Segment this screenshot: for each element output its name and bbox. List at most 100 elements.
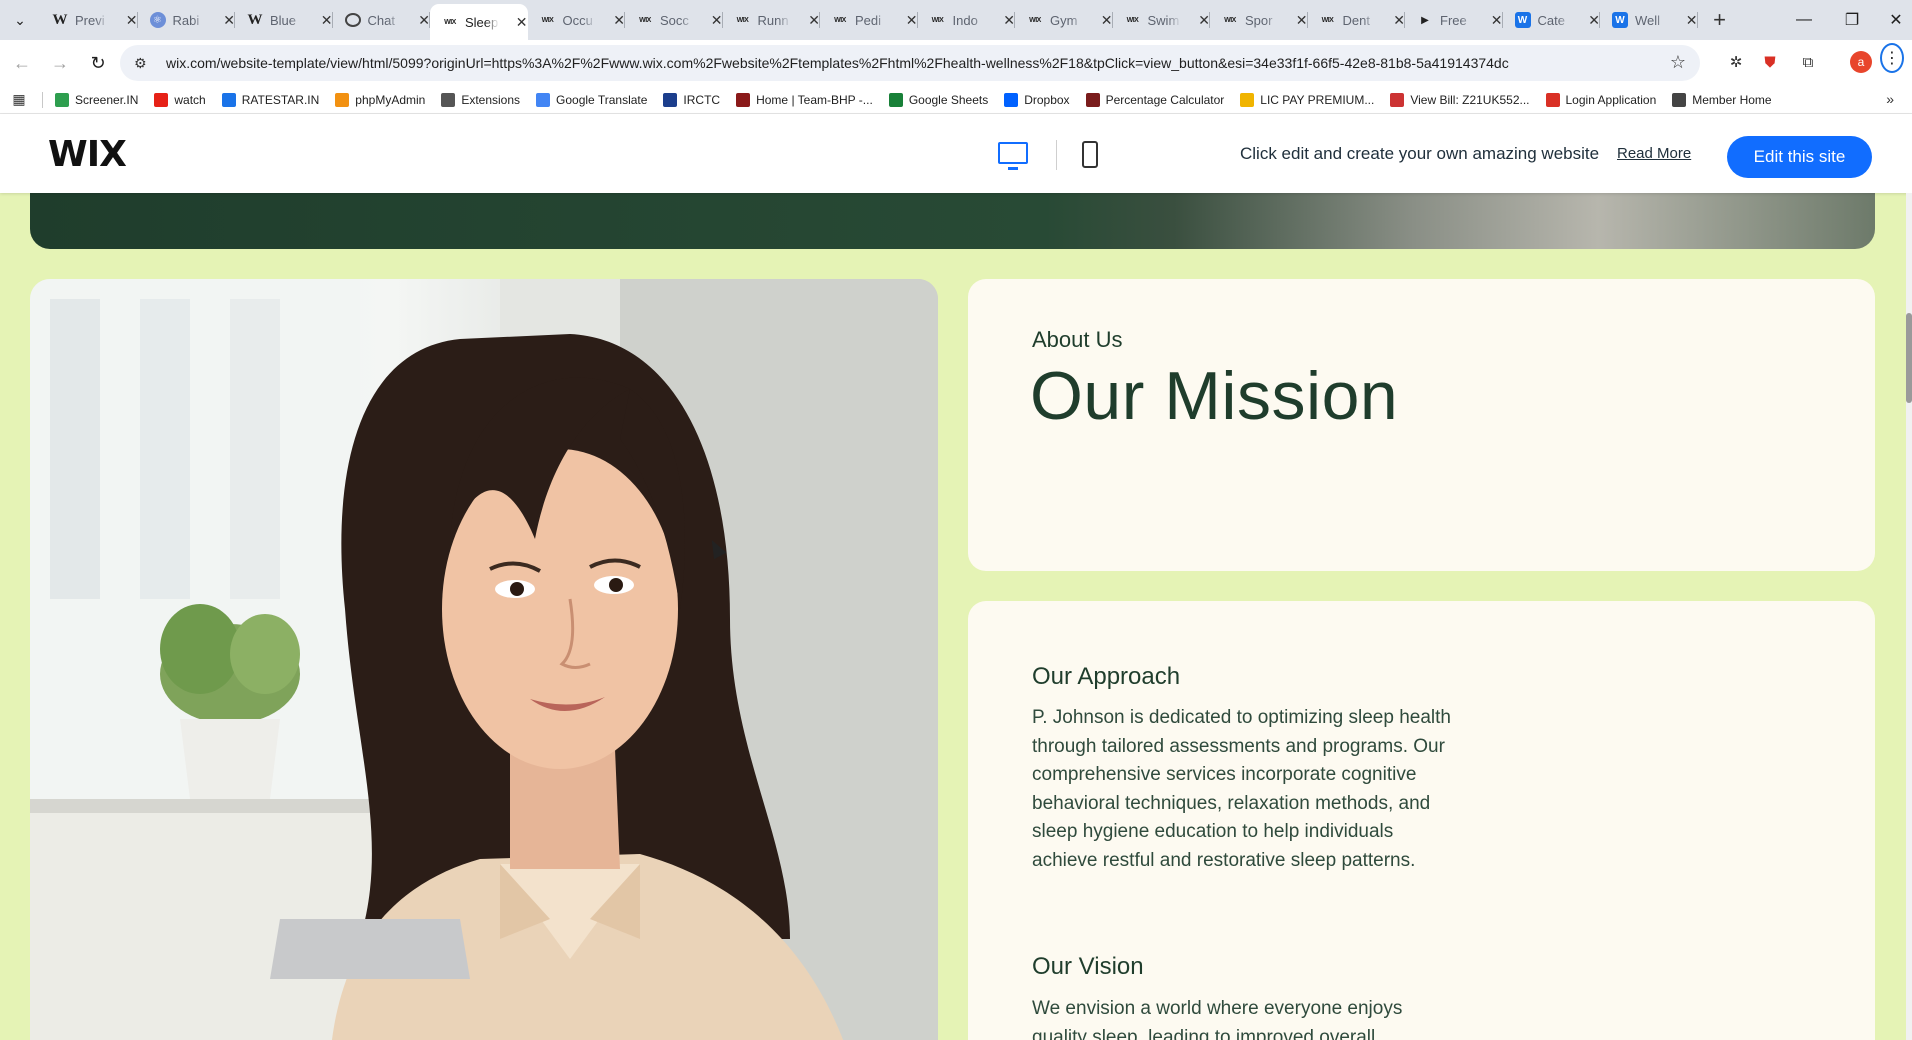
tabs-container: W Previ ✕ ⚛ Rabi ✕ W Blue ✕ Chat ✕ WIX Sleep ✕ WIX Occu… (40, 0, 1698, 40)
bookmark-item[interactable]: Extensions (441, 92, 521, 107)
wix-icon: WIX (736, 16, 749, 24)
close-tab-icon[interactable]: ✕ (1101, 12, 1113, 29)
close-tab-icon[interactable]: ✕ (808, 12, 820, 29)
wix-icon: WIX (1126, 16, 1139, 24)
address-bar[interactable]: ⚙ wix.com/website-template/view/html/509… (120, 45, 1700, 81)
url-text[interactable]: wix.com/website-template/view/html/5099?… (166, 55, 1636, 71)
reload-button[interactable]: ↻ (82, 47, 114, 79)
close-tab-icon[interactable]: ✕ (126, 12, 138, 29)
browser-tab[interactable]: W Blue ✕ (235, 0, 333, 40)
bookmark-item[interactable]: Login Application (1545, 92, 1656, 107)
bookmark-star-icon[interactable]: ☆ (1670, 52, 1686, 73)
browser-tab[interactable]: ⚛ Rabi ✕ (138, 0, 235, 40)
browser-tab[interactable]: Chat ✕ (333, 0, 430, 40)
bookmark-item[interactable]: IRCTC (663, 92, 720, 107)
restore-window-icon[interactable]: ❐ (1828, 0, 1876, 40)
close-tab-icon[interactable]: ✕ (321, 12, 333, 29)
device-divider (1056, 140, 1057, 170)
bookmark-favicon-icon (221, 92, 236, 107)
close-tab-icon[interactable]: ✕ (1296, 12, 1308, 29)
close-tab-icon[interactable]: ✕ (906, 12, 918, 29)
minimize-window-icon[interactable]: — (1780, 0, 1828, 40)
kebab-menu-icon: ⋮ (1880, 43, 1904, 73)
apps-grid-icon[interactable]: ▦ (0, 91, 38, 108)
browser-tab[interactable]: WIX Dent ✕ (1308, 0, 1405, 40)
wix-preview-banner: WIX Click edit and create your own amazi… (0, 114, 1912, 193)
tab-title: Indo (952, 12, 978, 28)
close-window-icon[interactable]: ✕ (1872, 0, 1912, 40)
more-bookmarks-icon[interactable]: » (1886, 91, 1894, 107)
browser-tab[interactable]: W Previ ✕ (40, 0, 138, 40)
browser-tab[interactable]: WIX Occu ✕ (528, 0, 625, 40)
close-tab-icon[interactable]: ✕ (516, 14, 528, 31)
bookmark-item[interactable]: LIC PAY PREMIUM... (1240, 92, 1374, 107)
bookmark-item[interactable]: watch (154, 92, 206, 107)
mobile-view-icon[interactable] (1082, 141, 1098, 168)
close-tab-icon[interactable]: ✕ (223, 12, 235, 29)
tab-title: Rabi (172, 12, 200, 28)
bookmark-item[interactable]: RATESTAR.IN (221, 92, 320, 107)
forward-button[interactable]: → (44, 47, 76, 79)
bookmark-item[interactable]: View Bill: Z21UK552... (1390, 92, 1530, 107)
browser-tab[interactable]: WIX Spor ✕ (1210, 0, 1308, 40)
page-scrollbar-thumb[interactable] (1906, 313, 1912, 403)
site-info-icon[interactable]: ⚙ (134, 55, 156, 72)
wix-icon: WIX (1321, 16, 1334, 24)
wix-icon: WIX (639, 16, 651, 24)
bookmark-item[interactable]: Percentage Calculator (1085, 92, 1224, 107)
bookmarks-separator (42, 91, 43, 108)
browser-tab[interactable]: WIX Sleep ✕ (430, 4, 528, 40)
close-tab-icon[interactable]: ✕ (1491, 12, 1503, 29)
browser-tab[interactable]: WIX Runn ✕ (723, 0, 820, 40)
tab-title: Swim (1147, 12, 1180, 28)
browser-tab[interactable]: ▶ Free ✕ (1405, 0, 1503, 40)
desktop-view-icon[interactable] (998, 142, 1028, 170)
profile-avatar[interactable]: a (1849, 50, 1873, 74)
wix-logo[interactable]: WIX (48, 134, 127, 175)
bookmark-item[interactable]: Google Translate (536, 92, 647, 107)
bookmark-favicon-icon (736, 92, 751, 107)
close-tab-icon[interactable]: ✕ (1393, 12, 1405, 29)
bookmark-item[interactable]: Google Sheets (888, 92, 988, 107)
approach-heading: Our Approach (1032, 663, 1181, 690)
close-tab-icon[interactable]: ✕ (1003, 12, 1015, 29)
bookmark-label: RATESTAR.IN (241, 92, 320, 107)
tab-title: Socc (660, 12, 689, 28)
close-tab-icon[interactable]: ✕ (1588, 12, 1600, 29)
close-tab-icon[interactable]: ✕ (613, 12, 625, 29)
browser-tab[interactable]: WIX Indo ✕ (918, 0, 1015, 40)
edit-site-button[interactable]: Edit this site (1727, 136, 1872, 178)
wix-blue-icon: W (1514, 12, 1531, 28)
bookmark-label: Extensions (461, 92, 521, 107)
bookmark-item[interactable]: Member Home (1672, 92, 1772, 107)
browser-tab[interactable]: WIX Pedi ✕ (820, 0, 918, 40)
browser-tab[interactable]: WIX Socc ✕ (625, 0, 723, 40)
close-tab-icon[interactable]: ✕ (1686, 12, 1698, 29)
browser-tab[interactable]: WIX Swim ✕ (1113, 0, 1210, 40)
close-tab-icon[interactable]: ✕ (1198, 12, 1210, 29)
extensions-puzzle-icon[interactable]: ⧉ (1796, 50, 1820, 74)
tab-search-dropdown-icon[interactable]: ⌄ (0, 0, 40, 40)
bookmark-favicon-icon (441, 92, 456, 107)
read-more-link[interactable]: Read More (1617, 145, 1691, 162)
bookmark-item[interactable]: phpMyAdmin (335, 92, 425, 107)
extension-sync-icon[interactable]: ✲ (1724, 50, 1748, 74)
close-tab-icon[interactable]: ✕ (418, 12, 430, 29)
browser-menu-button[interactable]: ⋮ (1880, 43, 1904, 73)
browser-tab[interactable]: W Well ✕ (1600, 0, 1698, 40)
framer-icon: ▶ (1421, 14, 1429, 26)
mission-title: Our Mission (1030, 358, 1399, 434)
browser-tab[interactable]: WIX Gym ✕ (1015, 0, 1113, 40)
bookmark-item[interactable]: Home | Team-BHP -... (736, 92, 873, 107)
bookmark-favicon-icon (335, 92, 350, 107)
bookmark-favicon-icon (1004, 92, 1019, 107)
close-tab-icon[interactable]: ✕ (711, 12, 723, 29)
bookmark-label: Home | Team-BHP -... (756, 92, 873, 107)
extension-shield-icon[interactable]: ⛊ (1758, 50, 1782, 74)
bookmark-item[interactable]: Screener.IN (55, 92, 138, 107)
bookmark-item[interactable]: Dropbox (1004, 92, 1070, 107)
back-button[interactable]: ← (6, 47, 38, 79)
browser-tab[interactable]: W Cate ✕ (1503, 0, 1600, 40)
tab-title: Free (1440, 12, 1467, 28)
new-tab-button[interactable]: + (1702, 2, 1738, 38)
